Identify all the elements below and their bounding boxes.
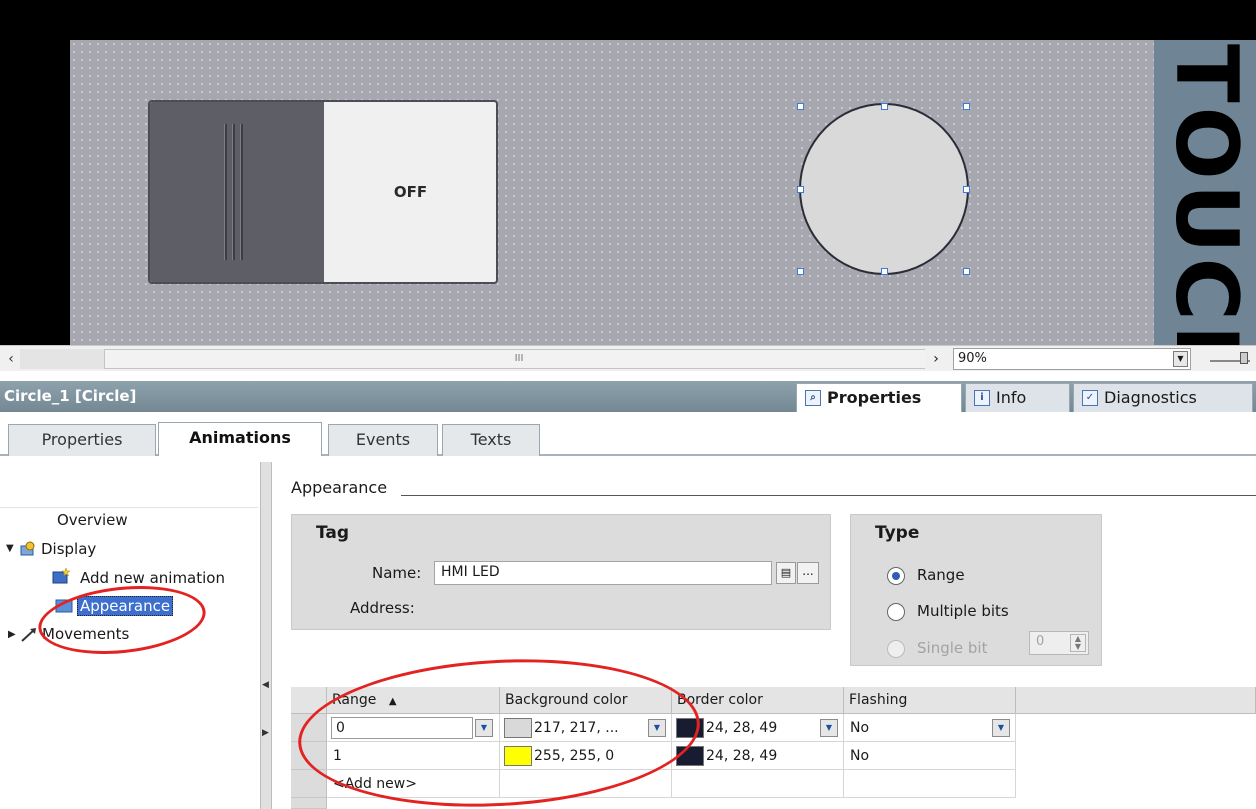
stepper-arrows-icon: ▲ ▼ <box>1070 634 1086 652</box>
table-cell-border[interactable]: 24, 28, 49 <box>672 742 844 770</box>
address-label: Address: <box>350 599 415 617</box>
display-icon <box>20 541 35 556</box>
horizontal-scrollbar[interactable]: ‹ III › 90% ▼ <box>0 345 1256 371</box>
diagnostics-icon: ✓ <box>1082 390 1098 406</box>
nav-divider <box>0 507 258 508</box>
info-icon: i <box>974 390 990 406</box>
row-header <box>291 798 327 809</box>
section-divider <box>401 495 1256 496</box>
switch-label: OFF <box>393 183 428 201</box>
bit-number-value: 0 <box>1036 634 1045 649</box>
column-header-filler <box>1016 687 1256 714</box>
radio-range-label: Range <box>917 566 965 584</box>
switch-grip-line <box>240 124 243 260</box>
tab-events[interactable]: Events <box>328 424 438 456</box>
tag-group-title: Tag <box>316 523 350 543</box>
zoom-select[interactable]: 90% ▼ <box>953 348 1191 370</box>
flashing-dropdown-icon[interactable]: ▼ <box>992 719 1010 737</box>
selection-handle[interactable] <box>797 268 804 275</box>
flashing-value: No <box>850 748 870 764</box>
switch-grip-line <box>232 124 235 260</box>
section-title: Appearance <box>291 478 388 497</box>
object-title: Circle_1 [Circle] <box>0 381 790 412</box>
device-label-touch: TOUCH <box>1154 40 1256 345</box>
tag-group: Tag Name: HMI LED ▤ ... Address: <box>291 514 831 630</box>
device-label-text: TOUCH <box>1156 44 1256 345</box>
radio-single-bit-label: Single bit <box>917 639 988 657</box>
selection-handle[interactable] <box>963 268 970 275</box>
selection-handle[interactable] <box>963 103 970 110</box>
switch-knob <box>150 102 324 282</box>
selection-handle[interactable] <box>963 186 970 193</box>
column-header-flashing[interactable]: Flashing <box>844 687 1016 714</box>
inspector-sub-tabs: Properties Animations Events Texts <box>0 412 1256 456</box>
empty-cell <box>844 770 1016 798</box>
table-cell-flashing[interactable]: No ▼ <box>844 714 1016 742</box>
table-cell-flashing[interactable]: No <box>844 742 1016 770</box>
tag-name-field[interactable]: HMI LED <box>434 561 772 585</box>
tab-label: Diagnostics <box>1104 388 1197 407</box>
zoom-slider[interactable] <box>1210 352 1250 366</box>
radio-multiple-bits-label: Multiple bits <box>917 602 1009 620</box>
tab-properties-main[interactable]: ⌕ Properties <box>796 383 962 412</box>
tab-label: Properties <box>827 388 922 407</box>
circle-object-selected[interactable] <box>799 103 969 275</box>
flashing-value: No <box>850 720 870 736</box>
radio-single-bit <box>887 640 905 658</box>
inspector-title-bar: Circle_1 [Circle] ⌕ Properties i Info ✓ … <box>0 381 1256 412</box>
tab-texts[interactable]: Texts <box>442 424 540 456</box>
radio-multiple-bits[interactable] <box>887 603 905 621</box>
nav-item-display[interactable]: Display <box>41 540 96 558</box>
switch-grip-line <box>224 124 227 260</box>
bit-number-stepper: 0 ▲ ▼ <box>1029 631 1089 655</box>
collapse-left-icon[interactable]: ◀ <box>262 680 269 690</box>
selection-handle[interactable] <box>881 268 888 275</box>
switch-object[interactable]: OFF <box>148 100 498 284</box>
properties-icon: ⌕ <box>805 390 821 406</box>
zoom-dropdown-icon[interactable]: ▼ <box>1173 351 1188 367</box>
type-group-title: Type <box>875 523 920 543</box>
screen-editor: OFF TOUCH <box>0 0 1256 345</box>
border-dropdown-icon[interactable]: ▼ <box>820 719 838 737</box>
scroll-right-arrow-icon[interactable]: › <box>925 349 947 369</box>
add-animation-icon <box>52 568 70 584</box>
scroll-track[interactable]: III <box>20 349 940 369</box>
type-group: Type Range Multiple bits Single bit 0 ▲ ▼ <box>850 514 1102 666</box>
expand-right-icon[interactable]: ▶ <box>8 629 16 640</box>
column-header-border-color[interactable]: Border color <box>672 687 844 714</box>
tab-animations[interactable]: Animations <box>158 422 322 456</box>
hmi-screen-canvas[interactable]: OFF <box>70 40 1154 345</box>
selection-handle[interactable] <box>881 103 888 110</box>
nav-item-add-new-animation[interactable]: Add new animation <box>80 569 225 587</box>
scroll-thumb[interactable]: III <box>104 349 934 369</box>
selection-handle[interactable] <box>797 186 804 193</box>
nav-item-overview[interactable]: Overview <box>57 511 128 529</box>
tab-label: Info <box>996 388 1027 407</box>
expand-down-icon[interactable]: ▼ <box>6 543 14 554</box>
tab-properties[interactable]: Properties <box>8 424 156 456</box>
border-color-value: 24, 28, 49 <box>706 720 778 736</box>
tab-diagnostics[interactable]: ✓ Diagnostics <box>1073 383 1253 412</box>
selection-handle[interactable] <box>797 103 804 110</box>
movements-icon <box>21 628 36 642</box>
zoom-value: 90% <box>958 351 987 366</box>
name-label: Name: <box>372 564 422 582</box>
tag-list-icon[interactable]: ▤ <box>776 562 796 584</box>
tab-info[interactable]: i Info <box>965 383 1070 412</box>
zoom-slider-thumb[interactable] <box>1240 352 1248 364</box>
tag-browse-button[interactable]: ... <box>797 562 819 584</box>
border-color-value: 24, 28, 49 <box>706 748 778 764</box>
empty-cell <box>672 770 844 798</box>
radio-range[interactable] <box>887 567 905 585</box>
scroll-left-arrow-icon[interactable]: ‹ <box>2 349 20 369</box>
collapse-right-icon[interactable]: ▶ <box>262 728 269 738</box>
panel-splitter[interactable] <box>260 462 272 809</box>
